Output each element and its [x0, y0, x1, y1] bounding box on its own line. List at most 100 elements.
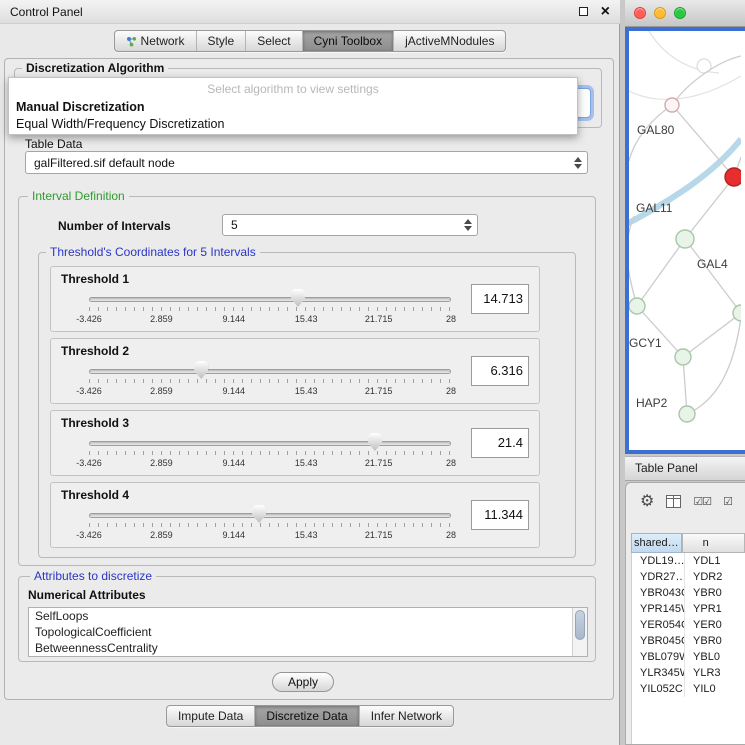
threshold-2-value-field[interactable]: 6.316: [471, 356, 529, 386]
threshold-3-value-field[interactable]: 21.4: [471, 428, 529, 458]
threshold-4-slider[interactable]: -3.4262.8599.14415.4321.71528: [65, 503, 461, 547]
tick-label: 28: [446, 458, 456, 468]
tick-label: 21.715: [365, 458, 393, 468]
slider-track[interactable]: [89, 513, 451, 518]
column-header-name[interactable]: n: [682, 533, 745, 553]
thresholds-group-title: Threshold's Coordinates for 5 Intervals: [46, 245, 260, 259]
tab-network[interactable]: Network: [115, 31, 196, 51]
node-hap2[interactable]: [679, 406, 695, 422]
slider-thumb[interactable]: [194, 361, 208, 379]
table-row[interactable]: YLR345W YLR3: [632, 665, 745, 681]
attribute-list-item[interactable]: SelfLoops: [29, 608, 587, 624]
cell-shared-name: YDL19…: [632, 553, 685, 569]
table-row[interactable]: YIL052C YIL0: [632, 681, 745, 697]
table-row[interactable]: YDR27… YDR2: [632, 569, 745, 585]
tab-cyni-toolbox[interactable]: Cyni Toolbox: [302, 31, 393, 51]
cell-shared-name: YPR145W: [632, 601, 685, 617]
cell-name: YPR1: [685, 601, 745, 617]
algorithm-dropdown-popup: Select algorithm to view settings Manual…: [8, 77, 578, 135]
tick-label: 9.144: [223, 386, 246, 396]
cell-shared-name: YLR345W: [632, 665, 685, 681]
node-label-gal4: GAL4: [697, 257, 728, 271]
tick-label: 9.144: [223, 458, 246, 468]
slider-scale: -3.4262.8599.14415.4321.71528: [89, 530, 451, 542]
node-gal4[interactable]: [676, 230, 694, 248]
number-of-intervals-combobox[interactable]: 5: [222, 214, 478, 236]
network-view-canvas[interactable]: GAL80 GAL11 GAL4 GCY1 HAP2: [625, 27, 745, 454]
tab-style[interactable]: Style: [196, 31, 246, 51]
slider-scale: -3.4262.8599.14415.4321.71528: [89, 386, 451, 398]
close-traffic-button[interactable]: [634, 7, 646, 19]
scrollbar-thumb[interactable]: [575, 610, 585, 640]
threshold-2-slider[interactable]: -3.4262.8599.14415.4321.71528: [65, 359, 461, 403]
threshold-3-slider[interactable]: -3.4262.8599.14415.4321.71528: [65, 431, 461, 475]
network-icon: [126, 36, 137, 47]
slider-scale: -3.4262.8599.14415.4321.71528: [89, 458, 451, 470]
tab-select[interactable]: Select: [245, 31, 301, 51]
threshold-3-label: Threshold 3: [61, 416, 129, 430]
tab-discretize-data[interactable]: Discretize Data: [254, 706, 358, 726]
numerical-attributes-list: SelfLoopsTopologicalCoefficientBetweenne…: [28, 607, 588, 657]
node-selected-red[interactable]: [725, 168, 741, 186]
zoom-traffic-button[interactable]: [674, 7, 686, 19]
algorithm-item-manual-discretization[interactable]: Manual Discretization: [9, 99, 577, 116]
table-row[interactable]: YBR045C YBR0: [632, 633, 745, 649]
slider-ticks: [89, 307, 451, 311]
slider-thumb[interactable]: [291, 289, 305, 307]
tick-label: 21.715: [365, 314, 393, 324]
network-graph: GAL80 GAL11 GAL4 GCY1 HAP2: [629, 31, 741, 451]
columns-icon[interactable]: [666, 495, 681, 508]
table-toolbar: ⚙ ☑☑ ☑: [626, 483, 745, 519]
attribute-list-item[interactable]: BetweennessCentrality: [29, 640, 587, 656]
apply-button[interactable]: Apply: [272, 672, 334, 692]
table-row[interactable]: YBR043C YBR0: [632, 585, 745, 601]
threshold-1-slider[interactable]: -3.4262.8599.14415.4321.71528: [65, 287, 461, 331]
cell-shared-name: YBR045C: [632, 633, 685, 649]
table-row[interactable]: YBL079W YBL0: [632, 649, 745, 665]
float-window-icon[interactable]: [579, 7, 588, 16]
slider-track[interactable]: [89, 297, 451, 302]
slider-track[interactable]: [89, 441, 451, 446]
tab-jactivemnodules[interactable]: jActiveMNodules: [393, 31, 505, 51]
close-icon[interactable]: ×: [601, 6, 610, 18]
node-gcy1[interactable]: [629, 298, 645, 314]
table-data-combobox[interactable]: galFiltered.sif default node: [25, 151, 588, 174]
slider-ticks: [89, 523, 451, 527]
select-none-icon[interactable]: ☑: [723, 495, 732, 508]
select-all-icon[interactable]: ☑☑: [693, 495, 711, 508]
list-scrollbar[interactable]: [572, 608, 587, 656]
tick-label: 15.43: [295, 314, 318, 324]
settings-gear-icon[interactable]: ⚙: [640, 491, 654, 511]
algorithm-item-equal-width-frequency[interactable]: Equal Width/Frequency Discretization: [9, 116, 577, 133]
minimize-traffic-button[interactable]: [654, 7, 666, 19]
threshold-2-panel: Threshold 2 -3.4262.8599.14415.4321.7152…: [50, 338, 540, 404]
combo-spinner-icon: [464, 219, 472, 231]
tab-impute-data[interactable]: Impute Data: [167, 706, 254, 726]
threshold-4-value-field[interactable]: 11.344: [471, 500, 529, 530]
table-panel-header[interactable]: Table Panel: [625, 456, 745, 481]
slider-ticks: [89, 379, 451, 383]
cell-shared-name: YIL052C: [632, 681, 685, 697]
threshold-1-value-field[interactable]: 14.713: [471, 284, 529, 314]
tick-label: 9.144: [223, 530, 246, 540]
table-row[interactable]: YDL19… YDL1: [632, 553, 745, 569]
node-gal80[interactable]: [665, 98, 679, 112]
node[interactable]: [675, 349, 691, 365]
table-row[interactable]: YPR145W YPR1: [632, 601, 745, 617]
attribute-list-item[interactable]: TopologicalCoefficient: [29, 624, 587, 640]
threshold-1-label: Threshold 1: [61, 272, 129, 286]
tick-label: -3.426: [76, 314, 102, 324]
table-panel-window: ⚙ ☑☑ ☑ shared… n YDL19… YDL1 YDR27… YDR2…: [625, 482, 745, 745]
network-window-titlebar: [625, 0, 745, 27]
table-data-value: galFiltered.sif default node: [34, 156, 175, 170]
slider-track[interactable]: [89, 369, 451, 374]
algorithm-placeholder-item[interactable]: Select algorithm to view settings: [9, 81, 577, 99]
slider-thumb[interactable]: [252, 505, 266, 523]
column-header-shared-name[interactable]: shared…: [631, 533, 682, 553]
tab-infer-network[interactable]: Infer Network: [359, 706, 453, 726]
slider-thumb[interactable]: [368, 433, 382, 451]
tick-label: 28: [446, 386, 456, 396]
tick-label: 28: [446, 530, 456, 540]
table-row[interactable]: YER054C YER0: [632, 617, 745, 633]
tick-label: 2.859: [150, 458, 173, 468]
